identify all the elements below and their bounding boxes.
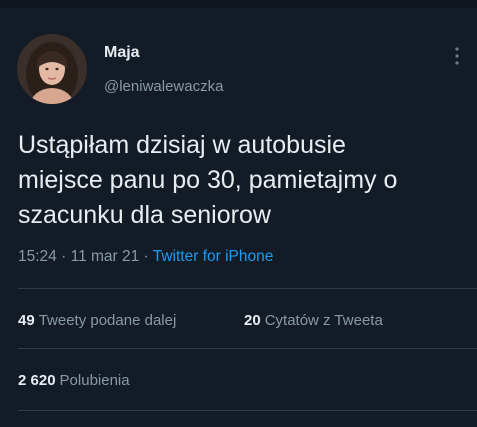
meta-separator: · xyxy=(143,248,149,265)
quotes-label: Cytatów z Tweeta xyxy=(264,312,383,329)
top-strip xyxy=(0,0,477,8)
likes-label: Polubienia xyxy=(59,372,130,389)
author-handle[interactable]: @leniwalewaczka xyxy=(104,78,223,95)
tweet-time[interactable]: 15:24 xyxy=(18,248,57,265)
tweet-text: Ustąpiłam dzisiaj w autobusie miejsce pa… xyxy=(18,128,458,233)
divider xyxy=(18,348,477,349)
divider xyxy=(18,410,477,411)
quotes-count: 20 xyxy=(244,312,261,329)
retweets-count: 49 xyxy=(18,312,35,329)
likes-count: 2 620 xyxy=(18,372,56,389)
tweet-text-line: miejsce panu po 30, pamietajmy o xyxy=(18,166,398,194)
avatar[interactable] xyxy=(17,34,87,104)
retweets-label: Tweety podane dalej xyxy=(38,312,177,329)
tweet-card: Maja @leniwalewaczka Ustąpiłam dzisiaj w… xyxy=(0,0,477,427)
meta-separator: · xyxy=(61,248,67,265)
more-vertical-icon[interactable] xyxy=(451,44,463,68)
divider xyxy=(18,288,477,289)
tweet-text-line: szacunku dla seniorow xyxy=(18,201,271,229)
quotes-stat[interactable]: 20 Cytatów z Tweeta xyxy=(244,312,383,329)
likes-stat[interactable]: 2 620 Polubienia xyxy=(18,372,130,389)
tweet-date[interactable]: 11 mar 21 xyxy=(71,248,140,265)
retweets-stat[interactable]: 49 Tweety podane dalej xyxy=(18,312,176,329)
tweet-text-line: Ustąpiłam dzisiaj w autobusie xyxy=(18,131,346,159)
avatar-image xyxy=(17,34,87,104)
tweet-source-link[interactable]: Twitter for iPhone xyxy=(153,248,274,265)
author-name[interactable]: Maja xyxy=(104,44,140,62)
tweet-meta: 15:24 · 11 mar 21 · Twitter for iPhone xyxy=(18,248,273,266)
